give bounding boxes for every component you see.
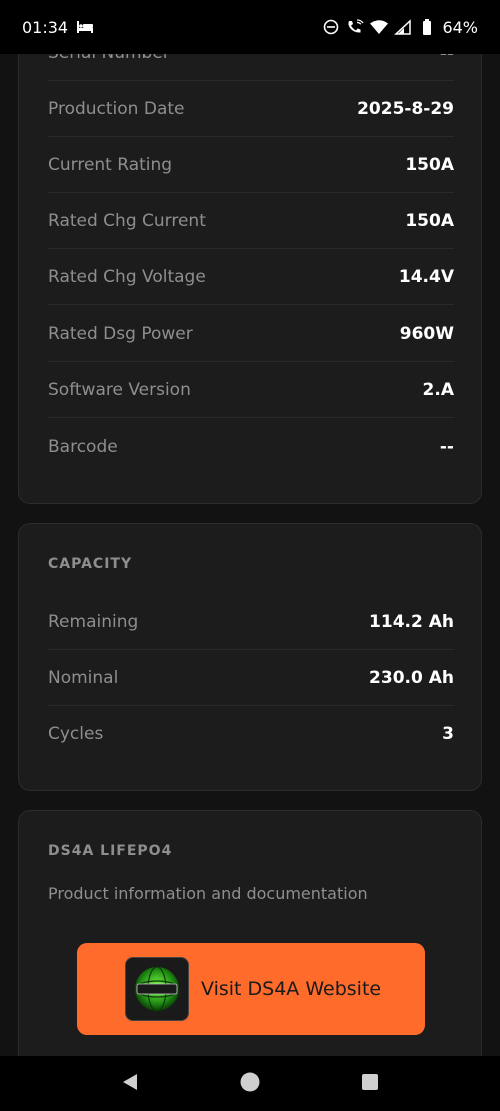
status-left: 01:34 xyxy=(22,18,94,37)
product-card: DS4A LIFEPO4 Product information and doc… xyxy=(18,810,482,1056)
section-title: CAPACITY xyxy=(48,556,133,572)
row-label: Barcode xyxy=(48,437,118,457)
info-row-barcode: Barcode -- xyxy=(48,419,454,475)
do-not-disturb-icon xyxy=(322,18,340,36)
row-value: 2025-8-29 xyxy=(357,98,454,119)
capacity-row-cycles: Cycles 3 xyxy=(48,706,454,762)
row-value: 150A xyxy=(405,210,454,231)
battery-icon xyxy=(418,18,436,36)
row-label: Rated Chg Current xyxy=(48,210,206,231)
product-description: Product information and documentation xyxy=(48,884,368,903)
row-value: -- xyxy=(440,54,454,63)
row-label: Current Rating xyxy=(48,154,173,175)
home-button[interactable] xyxy=(230,1064,270,1104)
row-value: 230.0 Ah xyxy=(369,667,454,688)
wifi-call-icon xyxy=(346,18,364,36)
row-label: Nominal xyxy=(48,667,119,688)
recents-icon xyxy=(360,1072,380,1096)
wifi-icon xyxy=(370,18,389,36)
section-title: DS4A LIFEPO4 xyxy=(48,843,173,859)
row-label: Production Date xyxy=(48,98,185,119)
row-label: Serial Number xyxy=(48,54,170,63)
info-row-production-date: Production Date 2025-8-29 xyxy=(48,81,454,137)
row-value: 3 xyxy=(442,724,454,744)
status-bar: 01:34 64% xyxy=(0,0,500,54)
battery-percent: 64% xyxy=(442,17,478,37)
bed-icon xyxy=(76,18,94,36)
row-label: Rated Chg Voltage xyxy=(48,266,206,287)
info-row-current-rating: Current Rating 150A xyxy=(48,137,454,193)
brand-logo-icon xyxy=(125,957,189,1021)
visit-website-label: Visit DS4A Website xyxy=(201,978,382,1000)
row-label: Software Version xyxy=(48,379,191,400)
row-label: Rated Dsg Power xyxy=(48,323,193,344)
navigation-bar xyxy=(0,1056,500,1111)
status-right: 64% xyxy=(322,18,478,37)
status-time: 01:34 xyxy=(22,17,69,37)
info-row-serial: Serial Number -- xyxy=(48,54,454,81)
info-row-rated-dsg-power: Rated Dsg Power 960W xyxy=(48,306,454,362)
device-info-card: Serial Number -- Production Date 2025-8-… xyxy=(18,54,482,504)
row-label: Remaining xyxy=(48,611,139,632)
recents-button[interactable] xyxy=(350,1064,390,1104)
row-value: 150A xyxy=(405,154,454,175)
signal-icon xyxy=(394,18,412,36)
back-button[interactable] xyxy=(110,1064,150,1104)
capacity-row-nominal: Nominal 230.0 Ah xyxy=(48,650,454,706)
row-value: 2.A xyxy=(422,379,454,400)
row-value: 14.4V xyxy=(398,266,454,287)
back-icon xyxy=(120,1072,140,1096)
info-row-rated-chg-current: Rated Chg Current 150A xyxy=(48,193,454,249)
info-row-rated-chg-voltage: Rated Chg Voltage 14.4V xyxy=(48,249,454,305)
row-value: 960W xyxy=(399,323,454,344)
capacity-row-remaining: Remaining 114.2 Ah xyxy=(48,594,454,650)
scroll-content[interactable]: Serial Number -- Production Date 2025-8-… xyxy=(0,54,500,1056)
row-value: -- xyxy=(439,437,454,457)
home-icon xyxy=(239,1071,261,1097)
row-label: Cycles xyxy=(48,724,104,744)
capacity-card: CAPACITY Remaining 114.2 Ah Nominal 230.… xyxy=(18,523,482,791)
info-row-software-version: Software Version 2.A xyxy=(48,362,454,418)
visit-website-button[interactable]: Visit DS4A Website xyxy=(77,943,425,1035)
row-value: 114.2 Ah xyxy=(369,611,454,632)
